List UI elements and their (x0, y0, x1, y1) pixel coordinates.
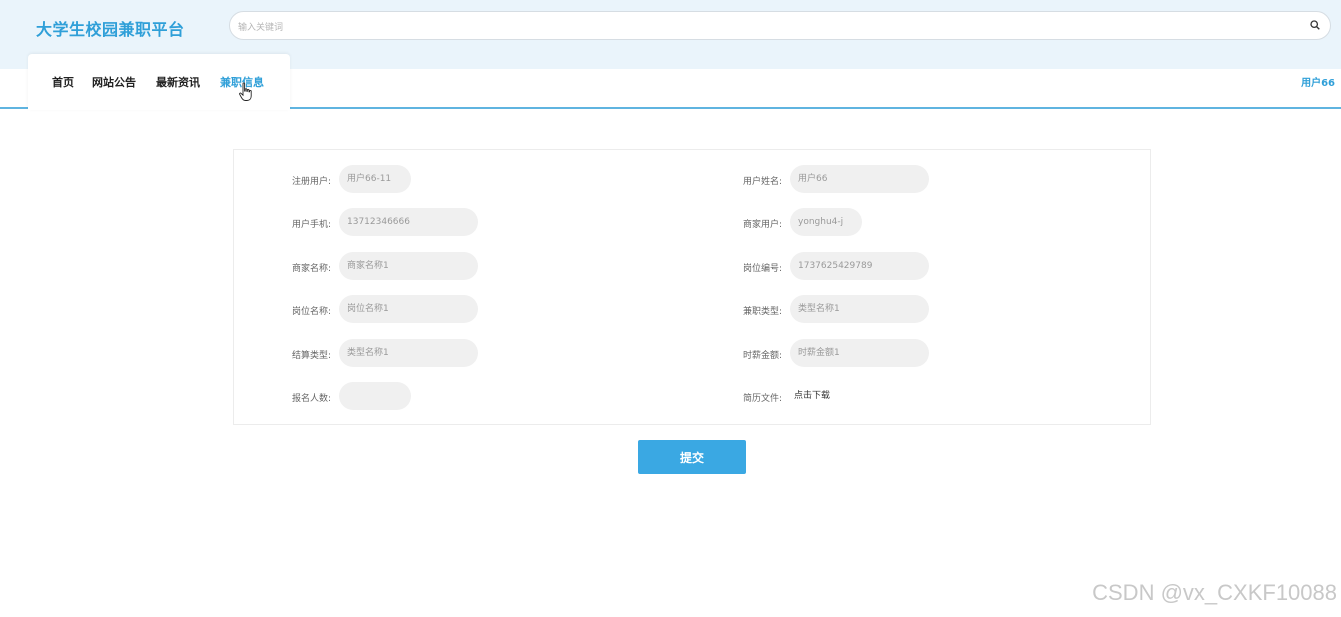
field-applicant-count[interactable] (339, 382, 411, 410)
user-link[interactable]: 用户66 (1301, 74, 1335, 89)
nav-item-home[interactable]: 首页 (52, 74, 74, 90)
label-resume-file: 简历文件: (742, 394, 782, 404)
label-position-number: 岗位编号: (742, 264, 782, 274)
label-position-name: 岗位名称: (291, 307, 331, 317)
label-settlement-type: 结算类型: (291, 351, 331, 361)
search-bar[interactable]: 输入关键词 (229, 11, 1331, 40)
label-job-type: 兼职类型: (742, 307, 782, 317)
field-job-type[interactable]: 类型名称1 (790, 295, 929, 323)
search-input[interactable]: 输入关键词 (238, 20, 283, 33)
label-merchant-name: 商家名称: (291, 264, 331, 274)
nav-item-news[interactable]: 最新资讯 (156, 74, 200, 90)
search-icon[interactable] (1310, 20, 1320, 30)
submit-button[interactable]: 提交 (638, 440, 746, 474)
label-merchant-user: 商家用户: (742, 220, 782, 230)
resume-download-link[interactable]: 点击下载 (794, 388, 830, 401)
field-settlement-type[interactable]: 类型名称1 (339, 339, 478, 367)
hand-cursor-icon (239, 82, 252, 101)
site-logo[interactable]: 大学生校园兼职平台 (36, 16, 185, 40)
label-registered-user: 注册用户: (291, 177, 331, 187)
field-user-phone[interactable]: 13712346666 (339, 208, 478, 236)
field-user-fullname[interactable]: 用户66 (790, 165, 929, 193)
label-user-phone: 用户手机: (291, 220, 331, 230)
field-registered-user[interactable]: 用户66-11 (339, 165, 411, 193)
field-merchant-name[interactable]: 商家名称1 (339, 252, 478, 280)
label-hourly-wage: 时薪金额: (742, 351, 782, 361)
nav-item-announcements[interactable]: 网站公告 (92, 74, 136, 90)
field-position-name[interactable]: 岗位名称1 (339, 295, 478, 323)
watermark: CSDN @vx_CXKF10088 (1092, 580, 1337, 605)
field-position-number[interactable]: 1737625429789 (790, 252, 929, 280)
label-applicant-count: 报名人数: (291, 394, 331, 404)
label-user-fullname: 用户姓名: (742, 177, 782, 187)
field-hourly-wage[interactable]: 时薪金额1 (790, 339, 929, 367)
field-merchant-user[interactable]: yonghu4-j (790, 208, 862, 236)
